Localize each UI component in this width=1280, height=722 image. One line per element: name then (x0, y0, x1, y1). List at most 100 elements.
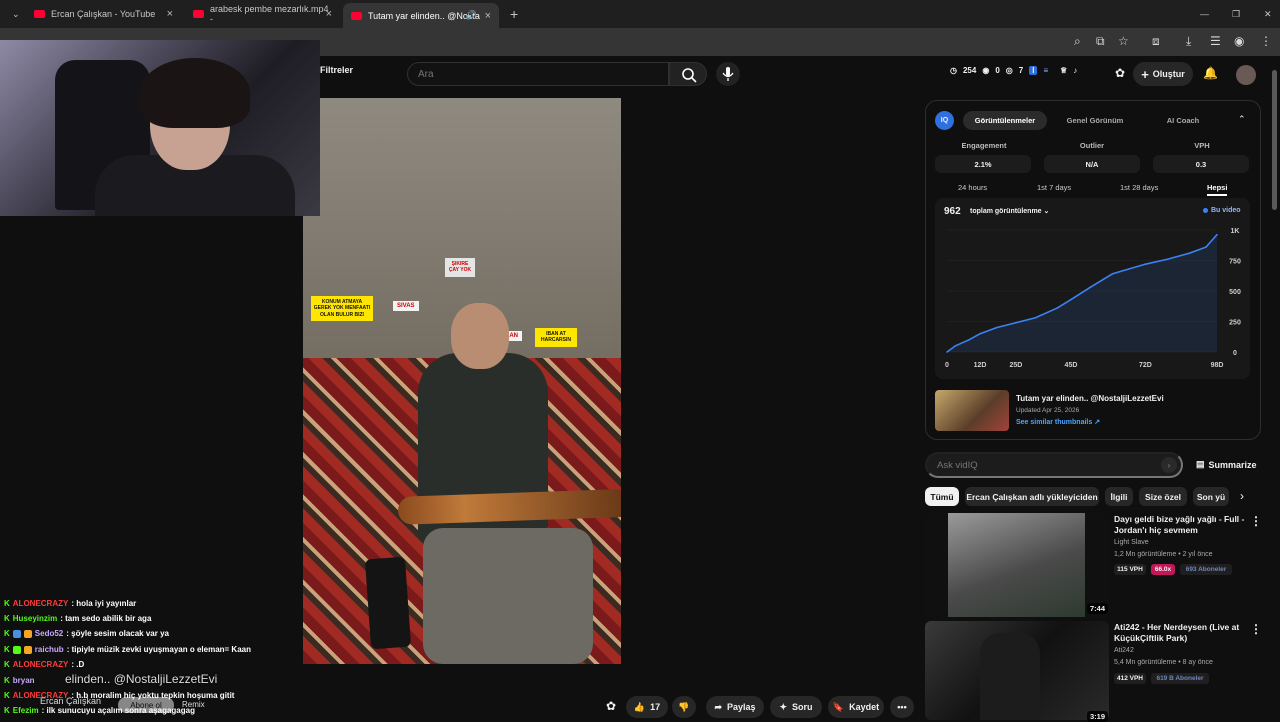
tab-tutam-yar[interactable]: Tutam yar elinden.. @Nosta 🔊 × (343, 3, 499, 28)
profile-icon[interactable]: ◉ (1234, 34, 1244, 48)
rec-title[interactable]: Dayı geldi bize yağlı yağlı - Full - Jor… (1114, 514, 1254, 537)
youtube-favicon-icon (34, 10, 45, 18)
tab-ai-coach[interactable]: AI Coach (1143, 111, 1223, 130)
alert-icon[interactable]: ♪ (1073, 66, 1077, 75)
tab-audio-icon[interactable]: 🔊 (466, 10, 477, 21)
range-28d[interactable]: 1st 28 days (1120, 183, 1158, 192)
search-button[interactable] (669, 62, 707, 86)
collapse-chevron-icon[interactable]: ⌃ (1238, 114, 1246, 125)
chart-point (995, 326, 998, 329)
account-avatar[interactable] (1236, 65, 1256, 85)
chevron-down-icon: ⌄ (1043, 208, 1050, 215)
summarize-button[interactable]: ▤ Summarize (1196, 459, 1257, 470)
dislike-button[interactable]: 👎 (672, 696, 696, 718)
download-icon[interactable]: ⤓ (1186, 34, 1191, 49)
new-tab-button[interactable]: + (502, 3, 522, 25)
rec-channel[interactable]: Ati242 (1114, 647, 1134, 654)
remix-button[interactable]: Remix (182, 700, 205, 709)
chart-point (1128, 268, 1130, 270)
extensions-icon[interactable]: ⧈ (1152, 34, 1160, 49)
video-player[interactable]: KONUM ATMAYA GEREK YOK MENFAATI OLAN BUL… (303, 98, 621, 664)
more-vertical-icon[interactable]: ⋮ (1250, 622, 1262, 636)
filters-label: Filtreler (320, 65, 354, 75)
reading-list-icon[interactable]: ☰ (1210, 34, 1221, 48)
tab-views[interactable]: Görüntülenmeler (963, 111, 1047, 130)
chat-user: bryan (12, 676, 35, 685)
rec-channel[interactable]: Light Slave (1114, 539, 1149, 546)
chat-text: : şöyle sesim olacak var ya (66, 629, 169, 638)
vidiq-badge-icon[interactable]: I (1029, 66, 1038, 75)
similar-thumbnails-link[interactable]: See similar thumbnails ↗ (1016, 418, 1100, 426)
install-app-icon[interactable]: ⧉ (1096, 34, 1105, 49)
window-maximize-button[interactable]: ❐ (1224, 3, 1244, 25)
legend-label: Bu video (1211, 207, 1241, 214)
thumbs-up-icon: 👍 (633, 701, 646, 712)
range-all[interactable]: Hepsi (1207, 183, 1228, 196)
palette-icon[interactable]: ✿ (606, 699, 616, 713)
chip-from-uploader[interactable]: Ercan Çalışkan adlı yükleyiciden (965, 487, 1099, 506)
chip-all[interactable]: Tümü (925, 487, 959, 506)
window-minimize-button[interactable]: — (1192, 3, 1212, 25)
thumbs-down-icon: 👎 (678, 701, 690, 712)
more-vertical-icon[interactable]: ⋮ (1250, 514, 1262, 528)
chart-metric-dropdown[interactable]: toplam görüntülenme ⌄ (970, 207, 1049, 215)
chat-text: : tam sedo abilik bir aga (60, 614, 152, 623)
current-video-updated: Updated Apr 25, 2026 (1016, 407, 1080, 414)
rec-thumbnail[interactable] (925, 513, 1109, 617)
summarize-label: Summarize (1208, 459, 1257, 470)
rec-title[interactable]: Ati242 - Her Nerdeysen (Live at KüçükÇif… (1114, 622, 1254, 645)
chat-user: ALONECRAZY (12, 599, 69, 608)
vidiq-stats-bar: ◷ 254 ◉ 0 ◎ 7 I ≡ ♕ ♪ (950, 66, 1077, 75)
kick-icon: K (4, 629, 10, 638)
chip-for-you[interactable]: Size özel (1139, 487, 1187, 506)
tab-search-button[interactable]: ⌄ (4, 3, 22, 25)
video-phone (364, 556, 412, 650)
more-horizontal-icon: ••• (897, 702, 907, 712)
ask-button[interactable]: ✦ Soru (770, 696, 822, 718)
plus-icon: + (1141, 66, 1149, 82)
range-24h[interactable]: 24 hours (958, 183, 987, 192)
voice-search-button[interactable] (716, 62, 740, 86)
bookmark-star-icon[interactable]: ☆ (1118, 34, 1129, 48)
page-scrollbar[interactable] (1272, 70, 1277, 210)
current-video-thumbnail[interactable] (935, 390, 1009, 431)
create-button[interactable]: + Oluştur (1133, 62, 1193, 86)
palette-icon[interactable]: ✿ (1115, 66, 1125, 80)
ask-submit-button[interactable]: › (1161, 457, 1177, 473)
list-icon[interactable]: ≡ (1043, 66, 1048, 75)
bookmark-icon: 🔖 (832, 701, 845, 712)
chip-related[interactable]: İlgili (1105, 487, 1133, 506)
chat-user: Huseyinzim (12, 614, 58, 623)
tab-close-icon[interactable]: × (167, 8, 173, 20)
share-button[interactable]: ➦ Paylaş (706, 696, 764, 718)
subscribe-button[interactable]: Abone ol (118, 697, 174, 713)
tab-close-icon[interactable]: × (485, 10, 491, 22)
window-close-button[interactable]: ✕ (1256, 3, 1276, 25)
notifications-bell-icon[interactable]: 🔔 (1203, 66, 1218, 80)
tab-overview[interactable]: Genel Görünüm (1055, 111, 1135, 130)
more-actions-button[interactable]: ••• (890, 696, 914, 718)
search-input[interactable] (407, 62, 669, 86)
zoom-icon[interactable]: ⌕ (1074, 34, 1081, 49)
tab-ercan-youtube[interactable]: Ercan Çalışkan - YouTube × (26, 3, 181, 25)
range-7d[interactable]: 1st 7 days (1037, 183, 1071, 192)
channel-name[interactable]: Ercan Çalışkan (40, 696, 101, 706)
chip-recent[interactable]: Son yü (1193, 487, 1229, 506)
chart-point (1144, 263, 1147, 265)
chart-point (979, 332, 981, 335)
like-button[interactable]: 👍 17 (626, 696, 668, 718)
trophy-icon[interactable]: ♕ (1060, 66, 1067, 75)
chart-point (1188, 252, 1191, 254)
chevron-right-icon[interactable]: › (1240, 489, 1244, 503)
save-button[interactable]: 🔖 Kaydet (828, 696, 884, 718)
video-iban-sign: IBAN AT HARCARSIN (535, 328, 577, 347)
filters-button[interactable]: Filtreler (320, 65, 353, 75)
sparkle-icon: ✦ (779, 701, 788, 712)
browser-menu-icon[interactable]: ⋮ (1260, 34, 1272, 48)
ask-vidiq-input[interactable] (925, 452, 1183, 478)
chart-y-tick: 500 (1229, 289, 1241, 296)
tab-close-icon[interactable]: × (326, 8, 332, 20)
rec-thumbnail[interactable] (925, 621, 1109, 720)
tab-arabesk[interactable]: arabesk pembe mezarlık.mp4 - × (185, 3, 340, 25)
chat-text: : tipiyle müzik zevki uyuşmayan o eleman… (66, 645, 251, 654)
